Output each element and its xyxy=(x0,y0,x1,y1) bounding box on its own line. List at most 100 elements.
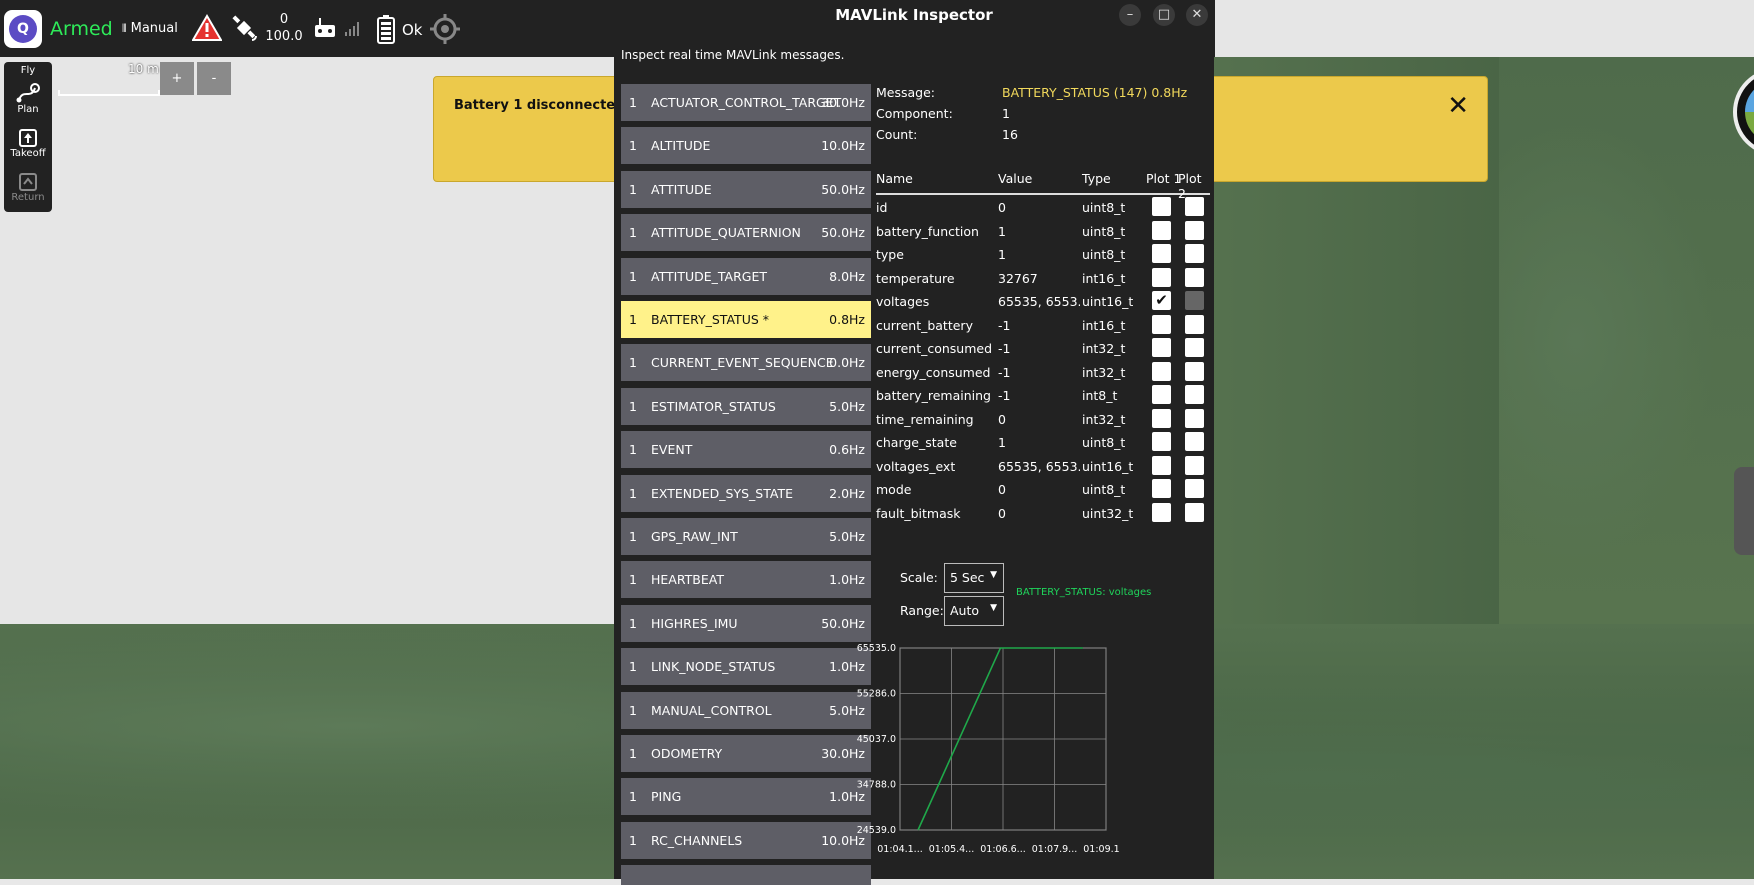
plot1-checkbox[interactable] xyxy=(1152,197,1171,216)
plot1-checkbox[interactable] xyxy=(1152,244,1171,263)
plot1-checkbox[interactable] xyxy=(1152,314,1171,334)
message-rate: 2.0Hz xyxy=(829,485,865,501)
plot2-checkbox[interactable] xyxy=(1185,385,1204,404)
plot2-checkbox[interactable] xyxy=(1185,502,1204,522)
window-titlebar[interactable]: MAVLink Inspector – □ ✕ xyxy=(614,0,1214,30)
field-type: uint16_t xyxy=(1082,458,1134,474)
y-tick-label: 65535.0 xyxy=(857,643,896,654)
tool-fly[interactable]: Fly xyxy=(4,65,52,76)
header-name: Name xyxy=(876,171,913,186)
plot2-checkbox[interactable] xyxy=(1185,479,1204,498)
plot1-checkbox[interactable] xyxy=(1152,220,1171,240)
gps-icon[interactable] xyxy=(230,14,260,44)
plot2-checkbox[interactable] xyxy=(1185,338,1204,357)
message-list-item[interactable]: 1 BATTERY_STATUS * 0.8Hz xyxy=(621,301,871,338)
message-list-item[interactable]: 1 EVENT 0.6Hz xyxy=(621,431,871,469)
scale-value: 5 Sec xyxy=(950,570,985,585)
message-list-item[interactable]: 1 HIGHRES_IMU 50.0Hz xyxy=(621,604,871,642)
message-list-item[interactable]: 1 ATTITUDE_QUATERNION 50.0Hz xyxy=(621,214,871,252)
banner-close-button[interactable]: ✕ xyxy=(1447,91,1469,121)
plot1-checkbox[interactable] xyxy=(1152,502,1171,522)
message-list-item[interactable]: 1 ODOMETRY 30.0Hz xyxy=(621,735,871,772)
plot1-checkbox[interactable] xyxy=(1152,455,1171,475)
zoom-in-button[interactable]: + xyxy=(160,62,194,95)
field-row: temperature 32767 int16_t xyxy=(876,267,1210,291)
message-name: BATTERY_STATUS * xyxy=(651,312,769,327)
plot1-checkbox[interactable] xyxy=(1152,432,1171,451)
plot2-checkbox[interactable] xyxy=(1185,244,1204,263)
message-list-item[interactable]: 1 GPS_RAW_INT 5.0Hz xyxy=(621,518,871,555)
field-value: -1 xyxy=(998,317,1011,333)
message-component: 1 xyxy=(629,746,637,761)
message-list-item[interactable]: 1 EXTENDED_SYS_STATE 2.0Hz xyxy=(621,474,871,512)
plot2-checkbox[interactable] xyxy=(1185,314,1204,334)
field-row: charge_state 1 uint8_t xyxy=(876,432,1210,455)
message-list-item[interactable]: 1 LINK_NODE_STATUS 1.0Hz xyxy=(621,648,871,686)
plot1-checkbox[interactable] xyxy=(1152,479,1171,498)
message-component: 1 xyxy=(629,225,637,241)
map-scale-label: 10 m xyxy=(128,62,159,76)
map-satellite-area-right[interactable] xyxy=(1499,57,1754,624)
tool-takeoff[interactable]: Takeoff xyxy=(4,128,52,159)
roi-target-icon[interactable] xyxy=(430,14,460,44)
qgc-logo-icon: Q xyxy=(9,15,37,43)
maximize-button[interactable]: □ xyxy=(1153,4,1175,26)
scale-combobox[interactable]: 5 Sec ▼ xyxy=(944,563,1004,593)
message-name: ATTITUDE xyxy=(651,181,712,197)
message-name: EXTENDED_SYS_STATE xyxy=(651,485,793,501)
message-component: 1 xyxy=(629,832,637,848)
flight-mode-selector[interactable]: ⫴ Manual xyxy=(122,21,178,36)
message-list-item[interactable]: 1 RC_CHANNELS 10.0Hz xyxy=(621,821,871,859)
minimize-button[interactable]: – xyxy=(1119,4,1141,26)
message-list-item[interactable]: 1 PING 1.0Hz xyxy=(621,778,871,816)
message-list-item[interactable]: 1 HEARTBEAT 1.0Hz xyxy=(621,561,871,599)
gps-hdop: 100.0 xyxy=(265,29,303,44)
plot2-checkbox[interactable] xyxy=(1185,220,1204,240)
plot2-checkbox[interactable] xyxy=(1185,361,1204,381)
plot2-checkbox[interactable] xyxy=(1185,291,1204,310)
field-name: current_consumed xyxy=(876,341,993,356)
battery-icon[interactable] xyxy=(377,14,395,44)
fly-tools-panel: Fly Plan Takeoff Return xyxy=(4,62,52,212)
message-list-item[interactable]: 1 ALTITUDE 10.0Hz xyxy=(621,127,871,165)
range-combobox[interactable]: Auto ▼ xyxy=(944,596,1004,626)
field-row: time_remaining 0 int32_t xyxy=(876,408,1210,432)
message-list-item[interactable]: 1 MANUAL_CONTROL 5.0Hz xyxy=(621,691,871,729)
field-name: mode xyxy=(876,482,912,497)
plot2-checkbox[interactable] xyxy=(1185,197,1204,216)
zoom-out-button[interactable]: - xyxy=(197,62,231,95)
message-list-item-partial[interactable] xyxy=(621,865,871,885)
gps-stats[interactable]: 0 100.0 xyxy=(264,11,304,45)
plot1-checkbox[interactable] xyxy=(1152,267,1171,287)
rc-transmitter-icon[interactable] xyxy=(313,16,337,40)
field-row: fault_bitmask 0 uint32_t xyxy=(876,502,1210,526)
message-list-item[interactable]: 1 ATTITUDE_TARGET 8.0Hz xyxy=(621,257,871,295)
message-list-item[interactable]: 1 ATTITUDE 50.0Hz xyxy=(621,170,871,208)
message-list-item[interactable]: 1 ESTIMATOR_STATUS 5.0Hz xyxy=(621,387,871,425)
fields-table-header: Name Value Type Plot 1 Plot 2 xyxy=(876,171,1210,201)
tool-return[interactable]: Return xyxy=(4,172,52,203)
plot1-checkbox[interactable] xyxy=(1152,385,1171,404)
field-row: type 1 uint8_t xyxy=(876,244,1210,267)
tool-plan[interactable]: Plan xyxy=(4,82,52,115)
close-button[interactable]: ✕ xyxy=(1186,4,1208,26)
message-component: 1 xyxy=(629,529,637,544)
side-panel-handle[interactable] xyxy=(1734,467,1754,555)
plot1-checkbox[interactable] xyxy=(1152,408,1171,428)
message-list-item[interactable]: 1 ACTUATOR_CONTROL_TARGET 30.0Hz xyxy=(621,84,871,121)
armed-status[interactable]: Armed xyxy=(50,18,113,40)
battery-status-text[interactable]: Ok xyxy=(402,21,423,39)
message-name: PING xyxy=(651,789,682,805)
field-type: int32_t xyxy=(1082,411,1126,427)
plot1-checkbox[interactable] xyxy=(1152,361,1171,381)
message-name: ALTITUDE xyxy=(651,138,711,154)
warning-icon[interactable] xyxy=(192,14,222,42)
plot2-checkbox[interactable] xyxy=(1185,432,1204,451)
plot2-checkbox[interactable] xyxy=(1185,267,1204,287)
plot2-checkbox[interactable] xyxy=(1185,408,1204,428)
plot1-checkbox[interactable]: ✔ xyxy=(1152,291,1171,310)
app-logo-button[interactable]: Q xyxy=(4,10,42,48)
plot2-checkbox[interactable] xyxy=(1185,455,1204,475)
plot1-checkbox[interactable] xyxy=(1152,338,1171,357)
message-list-item[interactable]: 1 CURRENT_EVENT_SEQUENCE 0.0Hz xyxy=(621,344,871,382)
